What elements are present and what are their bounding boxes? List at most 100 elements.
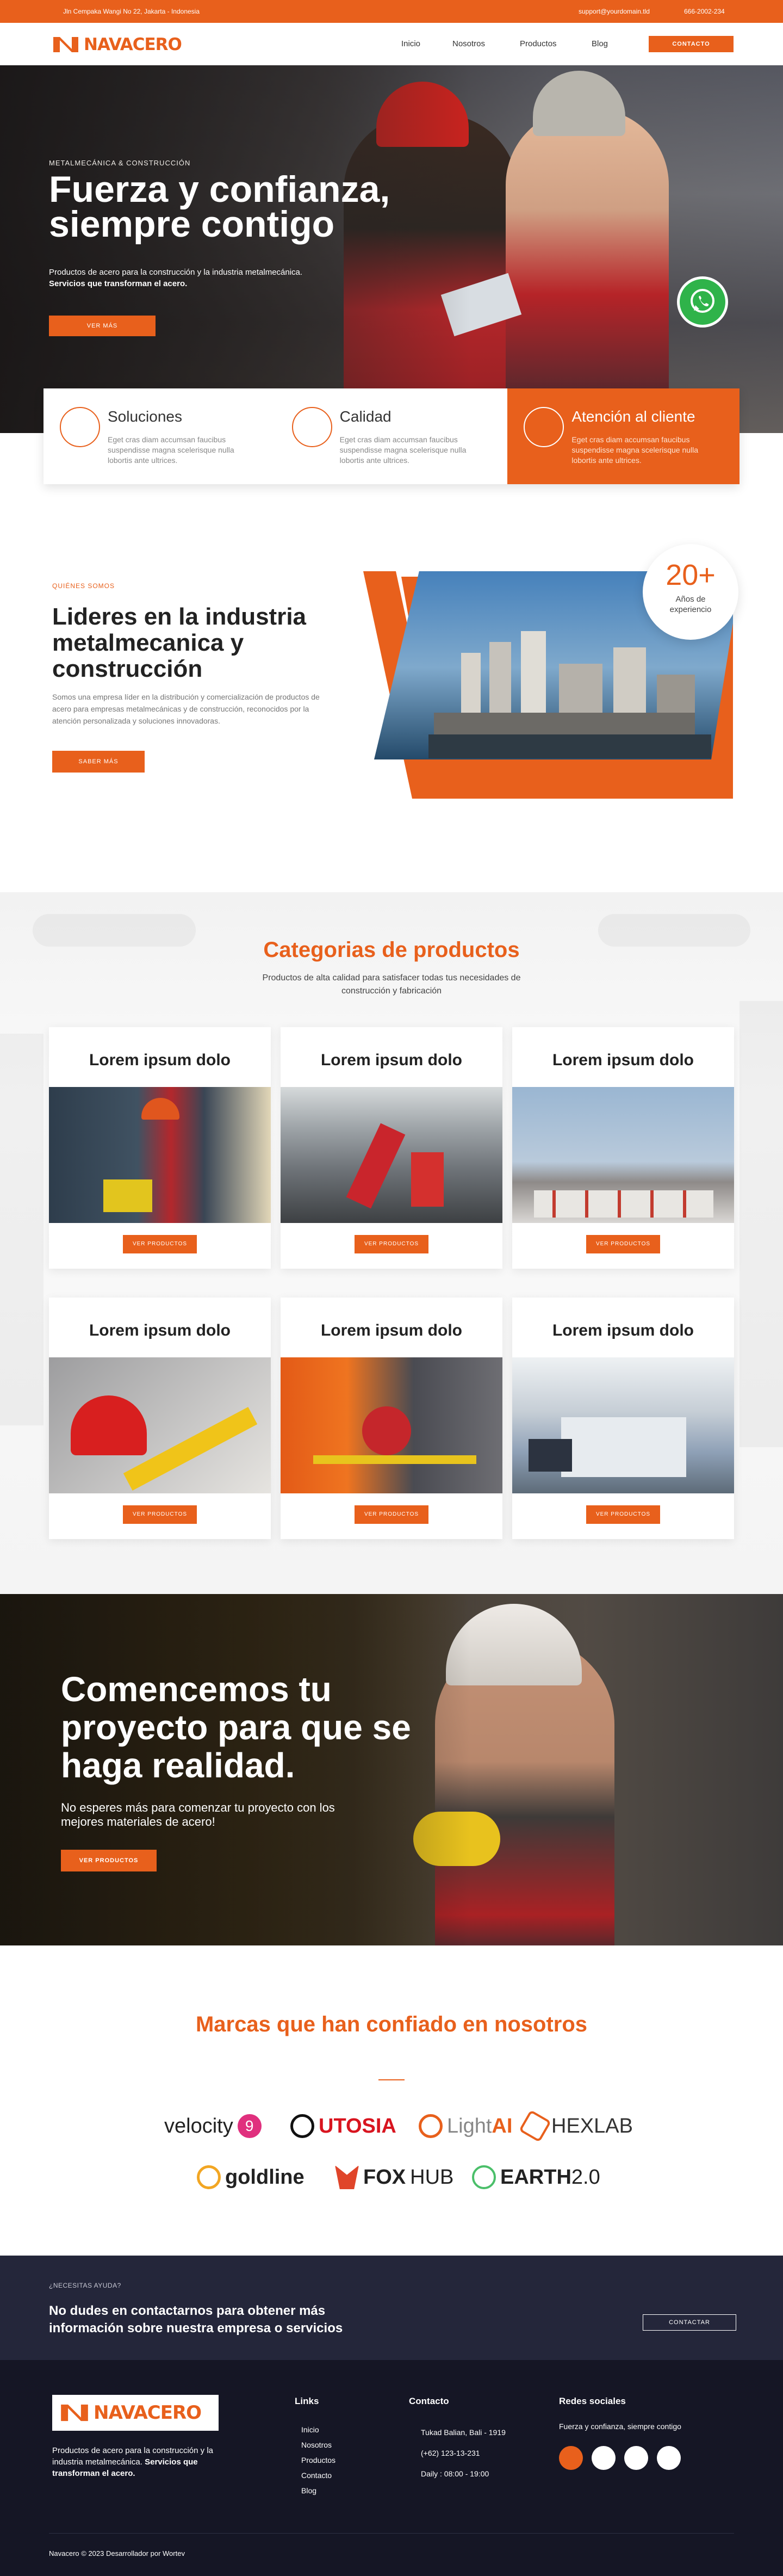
fox-icon <box>335 2165 359 2189</box>
nav-item-blog[interactable]: Blog <box>592 39 608 48</box>
nav-item-nosotros[interactable]: Nosotros <box>452 39 485 48</box>
logo-mark-icon <box>53 37 78 52</box>
site-logo[interactable]: NAVACERO <box>52 34 182 55</box>
experience-label: Años de experiencio <box>669 595 712 614</box>
hero-subtitle-text: Productos de acero para la construcción … <box>49 268 303 277</box>
brand-suffix: HUB <box>410 2165 454 2189</box>
hero-subtitle: Productos de acero para la construcción … <box>49 267 397 289</box>
lightai-icon <box>419 2114 443 2138</box>
feature-title: Soluciones <box>108 408 182 425</box>
velocity-badge-icon: 9 <box>237 2114 262 2138</box>
view-products-button[interactable]: VER PRODUCTOS <box>355 1235 428 1253</box>
product-card-title: Lorem ipsum dolo <box>552 1321 694 1339</box>
banner-text: No esperes más para comenzar tu proyecto… <box>61 1801 335 1828</box>
view-products-button[interactable]: VER PRODUCTOS <box>586 1505 660 1524</box>
products-title: Categorias de productos <box>263 938 520 962</box>
brand-logo-goldline: goldline <box>197 2161 304 2194</box>
footer-logo[interactable]: NAVACERO <box>52 2395 219 2431</box>
product-card: Lorem ipsum dolo VER PRODUCTOS <box>281 1027 502 1269</box>
brand-name: EARTH <box>500 2165 571 2189</box>
contact-button[interactable]: CONTACTAR <box>643 2314 736 2331</box>
footer-logo-wordmark: NAVACERO <box>94 2402 202 2424</box>
footer-contact-phone[interactable]: (+62) 123-13-231 <box>421 2443 506 2463</box>
feature-text: Eget cras diam accumsan faucibus suspend… <box>108 435 234 465</box>
utosia-icon <box>290 2114 314 2138</box>
feature-title: Calidad <box>339 408 391 425</box>
view-products-button[interactable]: VER PRODUCTOS <box>123 1235 197 1253</box>
project-banner: Comencemos tu proyecto para que se haga … <box>0 1594 783 1945</box>
nav-item-inicio[interactable]: Inicio <box>401 39 420 48</box>
brand-name: velocity <box>164 2114 233 2138</box>
footer-link-blog[interactable]: Blog <box>301 2483 335 2498</box>
product-card: Lorem ipsum dolo VER PRODUCTOS <box>512 1027 734 1269</box>
brand-name: UTOSIA <box>319 2114 396 2138</box>
feature-soluciones: Soluciones Eget cras diam accumsan fauci… <box>44 388 276 484</box>
product-card: Lorem ipsum dolo VER PRODUCTOS <box>49 1027 271 1269</box>
help-strip: ¿NECESITAS AYUDA? No dudes en contactarn… <box>0 2256 783 2360</box>
whatsapp-button[interactable] <box>677 276 728 328</box>
brand-logo-velocity: velocity 9 <box>164 2110 262 2142</box>
brand-logo-lightai: Light AI <box>419 2110 512 2142</box>
brand-name: FOX <box>363 2165 406 2189</box>
product-card-image <box>512 1087 734 1223</box>
product-card-title: Lorem ipsum dolo <box>552 1051 694 1069</box>
product-card: Lorem ipsum dolo VER PRODUCTOS <box>512 1298 734 1539</box>
brand-name: goldline <box>225 2165 304 2189</box>
twitter-icon[interactable] <box>592 2446 616 2470</box>
top-bar-phone[interactable]: 666-2002-234 <box>684 8 725 15</box>
about-kicker: QUIÉNES SOMOS <box>52 582 115 590</box>
brand-logo-foxhub: FOX HUB <box>335 2161 453 2194</box>
nav-item-productos[interactable]: Productos <box>520 39 557 48</box>
earth-icon <box>472 2165 496 2189</box>
linkedin-icon[interactable] <box>657 2446 681 2470</box>
instagram-icon[interactable] <box>624 2446 648 2470</box>
view-products-button[interactable]: VER PRODUCTOS <box>586 1235 660 1253</box>
product-card-image <box>281 1087 502 1223</box>
footer-link-inicio[interactable]: Inicio <box>301 2422 335 2437</box>
footer-link-nosotros[interactable]: Nosotros <box>301 2437 335 2453</box>
facebook-icon[interactable] <box>559 2446 583 2470</box>
feature-title: Atención al cliente <box>571 408 695 425</box>
hero-more-button[interactable]: VER MÁS <box>49 316 156 336</box>
hero-subtitle-bold: Servicios que transforman el acero. <box>49 279 188 288</box>
product-card: Lorem ipsum dolo VER PRODUCTOS <box>49 1298 271 1539</box>
nav-contact-button[interactable]: CONTACTO <box>649 36 734 52</box>
about-more-button[interactable]: SABER MÁS <box>52 751 145 773</box>
feature-calidad: Calidad Eget cras diam accumsan faucibus… <box>275 388 508 484</box>
product-card-image <box>281 1357 502 1493</box>
product-card: Lorem ipsum dolo VER PRODUCTOS <box>281 1298 502 1539</box>
footer-link-contacto[interactable]: Contacto <box>301 2468 335 2483</box>
product-card-title: Lorem ipsum dolo <box>89 1051 231 1069</box>
footer-copyright: Navacero © 2023 Desarrollador por Wortev <box>49 2549 185 2558</box>
view-products-button[interactable]: VER PRODUCTOS <box>355 1505 428 1524</box>
logo-wordmark: NAVACERO <box>84 35 182 54</box>
brand-logo-utosia: UTOSIA <box>290 2110 396 2142</box>
feature-atencion: Atención al cliente Eget cras diam accum… <box>507 388 740 484</box>
brand-name: Light <box>447 2114 492 2138</box>
feature-calidad-icon <box>291 407 332 447</box>
product-card-image <box>49 1357 271 1493</box>
hero-kicker: METALMECÁNICA & CONSTRUCCIÓN <box>49 159 191 167</box>
about-title: Lideres en la industria metalmecanica y … <box>52 603 307 682</box>
product-card-image <box>49 1087 271 1223</box>
banner-title: Comencemos tu proyecto para que se haga … <box>61 1670 411 1785</box>
footer-divider <box>49 2533 734 2534</box>
goldline-icon <box>197 2165 221 2189</box>
product-card-title: Lorem ipsum dolo <box>320 1321 462 1339</box>
feature-soluciones-icon <box>60 407 100 447</box>
product-card-title: Lorem ipsum dolo <box>89 1321 231 1339</box>
product-card-title: Lorem ipsum dolo <box>320 1051 462 1069</box>
footer-about: Productos de acero para la construcción … <box>52 2445 246 2479</box>
brands-title: Marcas que han confiado en nosotros <box>195 2012 588 2036</box>
footer-links: Inicio Nosotros Productos Contacto Blog <box>301 2422 335 2498</box>
footer-link-productos[interactable]: Productos <box>301 2453 335 2468</box>
hexlab-icon <box>518 2109 552 2143</box>
feature-atencion-icon <box>524 407 564 447</box>
view-products-button[interactable]: VER PRODUCTOS <box>123 1505 197 1524</box>
product-card-image <box>512 1357 734 1493</box>
top-bar-email[interactable]: support@yourdomain.tld <box>579 8 650 15</box>
banner-products-button[interactable]: VER PRODUCTOS <box>61 1850 157 1871</box>
footer-contact-title: Contacto <box>409 2396 449 2406</box>
help-title: No dudes en contactarnos para obtener má… <box>49 2303 343 2336</box>
social-links <box>559 2446 681 2470</box>
